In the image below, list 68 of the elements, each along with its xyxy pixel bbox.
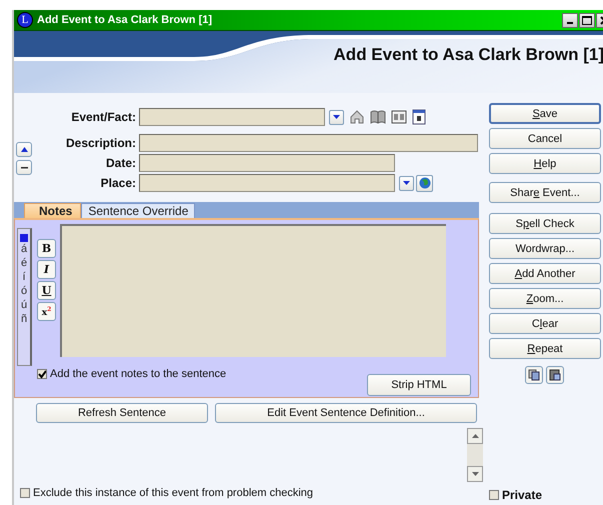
accent-character[interactable]: ú	[20, 298, 28, 312]
paste-button[interactable]	[546, 366, 564, 384]
minus-button[interactable]	[16, 160, 32, 175]
caret-icon	[403, 181, 410, 185]
refresh-sentence-button[interactable]: Refresh Sentence	[36, 403, 208, 423]
action-button[interactable]: Wordwrap...	[489, 238, 601, 259]
accent-character[interactable]: ó	[20, 284, 28, 298]
maximize-button[interactable]	[579, 12, 595, 28]
action-button[interactable]: Spell Check	[489, 213, 601, 234]
minimize-icon	[567, 22, 573, 24]
field-label: Place:	[100, 176, 136, 190]
action-button[interactable]: Zoom...	[489, 288, 601, 309]
format-button[interactable]: x$^{2}$	[37, 302, 56, 321]
strip-html-button[interactable]: Strip HTML	[367, 374, 471, 396]
place-lookup-button[interactable]	[416, 174, 433, 192]
globe-icon	[418, 177, 430, 189]
field-label: Date:	[104, 156, 136, 170]
action-button[interactable]: Save	[489, 103, 601, 124]
action-button[interactable]: Clear	[489, 313, 601, 334]
field-label: Description:	[64, 136, 136, 150]
image-icon[interactable]	[391, 109, 407, 125]
format-button[interactable]: I	[37, 260, 56, 279]
maximize-icon	[582, 16, 592, 24]
checkbox[interactable]	[489, 490, 499, 500]
format-button[interactable]: U	[37, 281, 56, 300]
input-field[interactable]	[139, 174, 395, 192]
action-button[interactable]: Share Event...	[489, 182, 601, 203]
accent-character[interactable]: ñ	[20, 312, 28, 326]
copy-button[interactable]	[525, 366, 543, 384]
window-title: Add Event to Asa Clark Brown [1]	[37, 14, 212, 26]
edit-sentence-definition-button[interactable]: Edit Event Sentence Definition...	[215, 403, 477, 423]
checkbox-label: Exclude this instance of this event from problem checking	[33, 487, 314, 499]
accent-character[interactable]: í	[22, 270, 26, 284]
action-button[interactable]: Repeat	[489, 338, 601, 359]
action-button[interactable]: Cancel	[489, 128, 601, 149]
copy-icon	[528, 369, 540, 381]
minimize-button[interactable]	[562, 12, 578, 28]
checkbox[interactable]	[20, 488, 30, 498]
move-up-button[interactable]	[16, 142, 32, 157]
checkbox[interactable]	[37, 369, 47, 379]
input-field[interactable]	[139, 108, 325, 126]
checkbox-label: Add the event notes to the sentence	[50, 368, 226, 380]
calendar-icon[interactable]	[412, 109, 426, 125]
checkbox-label: Private	[502, 488, 542, 502]
header-title: Add Event to Asa Clark Brown [1]	[334, 45, 603, 65]
down-arrow-icon[interactable]	[472, 472, 478, 476]
field-label: Event/Fact:	[70, 110, 136, 124]
dropdown-button[interactable]	[329, 110, 344, 124]
tab[interactable]: Sentence Override	[81, 203, 196, 218]
paste-icon	[549, 369, 561, 381]
dropdown-button[interactable]	[399, 176, 414, 190]
up-arrow-icon[interactable]	[472, 434, 478, 438]
minus-icon	[20, 166, 28, 168]
house-icon[interactable]	[349, 109, 365, 125]
accent-character[interactable]: á	[20, 242, 28, 256]
tab[interactable]: Notes	[24, 203, 82, 218]
action-button[interactable]: Add Another	[489, 263, 601, 284]
caret-icon	[333, 115, 340, 119]
scrollbar[interactable]	[467, 428, 483, 482]
up-arrow-icon	[20, 147, 28, 152]
book-icon[interactable]	[370, 109, 386, 125]
app-logo-icon: L	[17, 12, 33, 28]
input-field[interactable]	[139, 154, 395, 172]
format-button[interactable]: B	[37, 239, 56, 258]
action-button[interactable]: Help	[489, 153, 601, 174]
accent-character[interactable]: é	[20, 256, 28, 270]
input-field[interactable]	[139, 134, 478, 152]
notes-text-area[interactable]	[60, 224, 446, 357]
